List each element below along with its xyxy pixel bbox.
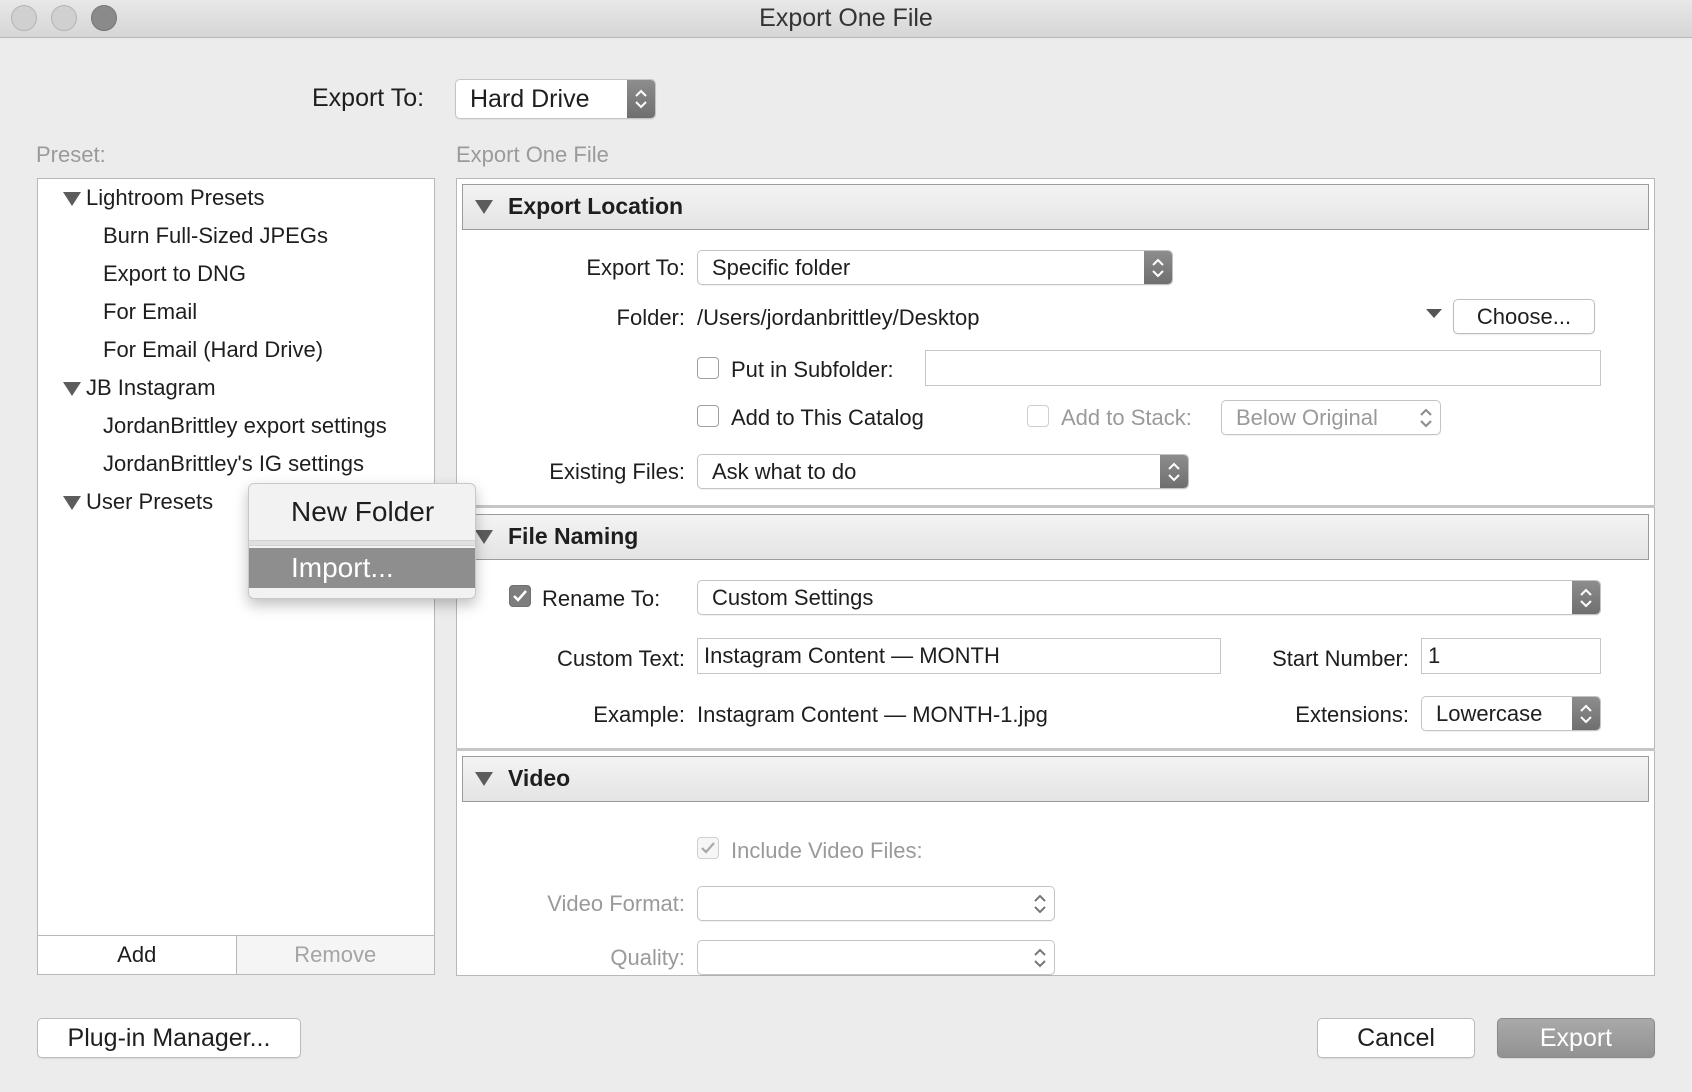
checkmark-icon [701, 842, 715, 854]
extensions-label: Extensions: [1295, 702, 1409, 727]
file-naming-title: File Naming [508, 523, 639, 549]
existing-files-select[interactable]: Ask what to do [697, 454, 1189, 489]
title-bar: Export One File [0, 0, 1692, 38]
export-to-label: Export To: [312, 84, 425, 112]
add-to-catalog-checkbox[interactable] [697, 405, 719, 427]
cancel-button[interactable]: Cancel [1317, 1018, 1475, 1058]
export-to-value: Hard Drive [470, 84, 590, 113]
preset-group-user-presets[interactable]: User Presets [86, 489, 213, 515]
subfolder-input[interactable] [925, 350, 1601, 386]
preset-context-menu: New Folder Import... [248, 483, 476, 599]
checkmark-icon [513, 590, 527, 602]
menu-item-import[interactable]: Import... [249, 548, 475, 588]
choose-folder-button[interactable]: Choose... [1453, 299, 1595, 334]
preset-label: Preset: [36, 142, 106, 167]
section-divider [456, 505, 1655, 508]
disclosure-triangle-icon[interactable] [475, 200, 493, 214]
folder-history-dropdown-icon[interactable] [1426, 309, 1442, 319]
rename-to-value: Custom Settings [712, 584, 874, 610]
menu-item-new-folder[interactable]: New Folder [249, 484, 475, 540]
updown-arrows-icon [1144, 251, 1172, 284]
updown-arrows-icon [1160, 455, 1188, 488]
export-to-select[interactable]: Hard Drive [455, 79, 656, 119]
location-export-to-value: Specific folder [712, 254, 851, 280]
video-title: Video [508, 765, 571, 791]
preset-item[interactable]: For Email [103, 299, 197, 325]
include-video-checkbox[interactable] [697, 837, 719, 859]
preset-item[interactable]: Burn Full-Sized JPEGs [103, 223, 328, 249]
export-location-header[interactable]: Export Location [462, 184, 1649, 230]
disclosure-triangle-icon[interactable] [63, 382, 81, 396]
add-preset-button[interactable]: Add [38, 936, 237, 974]
section-divider [456, 748, 1655, 751]
location-export-to-select[interactable]: Specific folder [697, 250, 1173, 285]
start-number-input[interactable]: 1 [1421, 638, 1601, 674]
disclosure-triangle-icon[interactable] [63, 496, 81, 510]
preset-group-lightroom[interactable]: Lightroom Presets [86, 185, 265, 211]
rename-to-checkbox[interactable] [509, 585, 531, 607]
video-header[interactable]: Video [462, 756, 1649, 802]
export-button[interactable]: Export [1497, 1018, 1655, 1058]
extensions-select[interactable]: Lowercase [1421, 696, 1601, 731]
plugin-manager-button[interactable]: Plug-in Manager... [37, 1018, 301, 1058]
add-to-stack-value: Below Original [1236, 404, 1378, 430]
quality-select[interactable] [697, 940, 1055, 975]
custom-text-input[interactable]: Instagram Content — MONTH [697, 638, 1221, 674]
folder-label: Folder: [616, 305, 685, 330]
example-label: Example: [593, 702, 685, 727]
subfolder-checkbox[interactable] [697, 357, 719, 379]
folder-path: /Users/jordanbrittley/Desktop [697, 305, 980, 330]
updown-arrows-icon [1026, 887, 1054, 920]
custom-text-label: Custom Text: [557, 646, 685, 671]
updown-arrows-icon [1572, 697, 1600, 730]
panel-title: Export One File [456, 142, 609, 167]
preset-item[interactable]: Export to DNG [103, 261, 246, 287]
add-to-stack-label: Add to Stack: [1061, 405, 1192, 430]
rename-to-select[interactable]: Custom Settings [697, 580, 1601, 615]
existing-files-label: Existing Files: [549, 459, 685, 484]
add-to-stack-checkbox[interactable] [1027, 405, 1049, 427]
menu-separator [249, 540, 475, 546]
disclosure-triangle-icon[interactable] [63, 192, 81, 206]
preset-item[interactable]: JordanBrittley export settings [103, 413, 387, 439]
remove-preset-button[interactable]: Remove [237, 936, 435, 974]
preset-item[interactable]: For Email (Hard Drive) [103, 337, 323, 363]
video-format-select[interactable] [697, 886, 1055, 921]
video-format-label: Video Format: [547, 891, 685, 916]
file-naming-header[interactable]: File Naming [462, 514, 1649, 560]
preset-item[interactable]: JordanBrittley's IG settings [103, 451, 364, 477]
updown-arrows-icon [1572, 581, 1600, 614]
updown-arrows-icon [627, 80, 655, 118]
subfolder-label: Put in Subfolder: [731, 357, 894, 382]
existing-files-value: Ask what to do [712, 458, 857, 484]
window-title: Export One File [759, 4, 933, 32]
start-number-label: Start Number: [1272, 646, 1409, 671]
add-to-stack-select[interactable]: Below Original [1221, 400, 1441, 435]
extensions-value: Lowercase [1436, 700, 1543, 726]
add-to-catalog-label: Add to This Catalog [731, 405, 924, 430]
example-value: Instagram Content — MONTH-1.jpg [697, 702, 1048, 727]
export-location-title: Export Location [508, 193, 684, 219]
disclosure-triangle-icon[interactable] [475, 772, 493, 786]
updown-arrows-icon [1412, 401, 1440, 434]
disclosure-triangle-icon[interactable] [475, 530, 493, 544]
location-export-to-label: Export To: [586, 255, 685, 280]
preset-footer: Add Remove [37, 936, 435, 975]
rename-to-label: Rename To: [542, 586, 661, 611]
settings-panel [456, 178, 1655, 976]
include-video-label: Include Video Files: [731, 838, 923, 863]
updown-arrows-icon [1026, 941, 1054, 974]
quality-label: Quality: [610, 945, 685, 970]
preset-group-jb-instagram[interactable]: JB Instagram [86, 375, 216, 401]
